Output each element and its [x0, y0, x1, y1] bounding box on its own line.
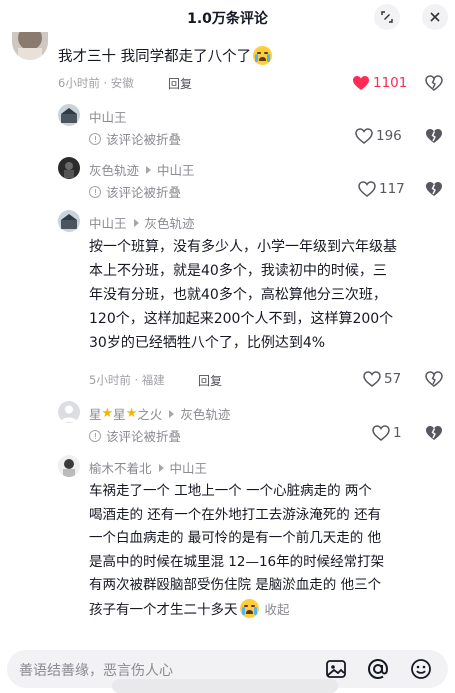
- folded-notice: 该评论被折叠: [89, 426, 181, 445]
- reply-author[interactable]: 灰色轨迹 中山王: [89, 160, 195, 179]
- reply-author[interactable]: 中山王: [89, 107, 127, 126]
- image-icon: [326, 660, 346, 678]
- close-button[interactable]: [422, 4, 448, 30]
- folded-text: 该评论被折叠: [106, 429, 182, 444]
- avatar[interactable]: [58, 455, 80, 477]
- comments-header: 1.0万条评论: [0, 0, 455, 34]
- reply-text-line: 一个白血病走的 最可怜的是有一个前几天走的 他: [89, 530, 382, 546]
- dislike-icon: [426, 426, 442, 440]
- comment-text-body: 我才三十 我同学都走了八个了: [58, 49, 252, 65]
- heart-icon: [363, 371, 381, 387]
- dislike-button[interactable]: [425, 75, 443, 91]
- heart-icon: [372, 425, 390, 441]
- expand-button[interactable]: [374, 4, 400, 30]
- info-icon: [89, 185, 101, 198]
- reply-author-name: 灰色轨迹: [89, 163, 140, 178]
- close-icon: [430, 12, 440, 22]
- reply-text-line-last: 孩子有一个才生二十多天 收起: [89, 598, 449, 623]
- reply-to-name: 中山王: [169, 461, 208, 476]
- reply-arrow-icon: [158, 463, 164, 472]
- dislike-icon: [425, 371, 443, 387]
- image-button[interactable]: [324, 657, 348, 681]
- emoji-button[interactable]: [409, 657, 433, 681]
- reply-author-name: 榆木不着北: [89, 461, 152, 476]
- reply-text-line: 本上不分班，就是40多个，我读初中的时候，三: [89, 263, 387, 279]
- reply-to-name: 灰色轨迹: [180, 407, 231, 422]
- reply-text-line: 孩子有一个才生二十多天: [89, 601, 238, 618]
- reply-to-name: 中山王: [157, 163, 195, 178]
- heart-icon: [353, 76, 369, 90]
- folded-notice: 该评论被折叠: [89, 129, 181, 148]
- star-emoji-icon: ★: [101, 406, 114, 421]
- heart-icon: [355, 128, 373, 144]
- folded-text: 该评论被折叠: [106, 185, 182, 200]
- like-button[interactable]: 117: [358, 181, 405, 197]
- like-count: 1: [393, 425, 402, 441]
- reply-text: 按一个班算，没有多少人，小学一年级到六年级基 本上不分班，就是40多个，我读初中…: [89, 235, 445, 355]
- reply-arrow-icon: [133, 218, 139, 227]
- avatar[interactable]: [58, 210, 80, 232]
- like-button[interactable]: 1101: [352, 75, 407, 91]
- star-emoji-icon: ★: [125, 406, 138, 421]
- reply-text-line: 年没有分班，也就40多个，高松算他分三次班，: [89, 287, 387, 303]
- dislike-icon: [426, 129, 442, 143]
- reply-text-line: 按一个班算，没有多少人，小学一年级到六年级基: [89, 239, 397, 255]
- reply-text-line: 有两次被群殴脑部受伤住院 是脑淤血走的 他三个: [89, 577, 382, 593]
- dislike-icon: [426, 182, 442, 196]
- crying-emoji-icon: [253, 46, 273, 65]
- expand-icon: [381, 11, 393, 23]
- reply-button[interactable]: 回复: [168, 75, 192, 92]
- like-button[interactable]: 57: [363, 371, 401, 387]
- reply-arrow-icon: [169, 409, 175, 418]
- reply-author[interactable]: 星 ★ 星 ★ 之火 灰色轨迹: [89, 404, 230, 423]
- reply-author-name: 星: [113, 407, 126, 422]
- reply-to-name: 灰色轨迹: [144, 216, 195, 231]
- avatar[interactable]: [58, 401, 80, 423]
- dislike-button[interactable]: [425, 425, 443, 441]
- avatar[interactable]: [58, 104, 80, 126]
- reply-author[interactable]: 榆木不着北 中山王: [89, 458, 207, 477]
- reply-text-line: 是高中的时候在城里混 12—16年的时候经常打架: [89, 553, 385, 570]
- mention-button[interactable]: [366, 657, 390, 681]
- home-indicator: [112, 679, 338, 693]
- like-button[interactable]: 1: [372, 425, 402, 441]
- dislike-button[interactable]: [425, 371, 443, 387]
- reply-author-name: 之火: [137, 407, 163, 422]
- reply-text-line: 120个，这样加起来200个人不到，这样算200个: [89, 311, 394, 327]
- comment-time-location: 6小时前 · 安徽: [58, 76, 134, 90]
- comment-text: 我才三十 我同学都走了八个了: [58, 46, 438, 68]
- comment-input-placeholder: 善语结善缘，恶言伤人心: [19, 663, 173, 679]
- collapse-link[interactable]: 收起: [265, 602, 290, 617]
- avatar[interactable]: [12, 32, 48, 60]
- reply-text-line: 30岁的已经牺牲八个了，比例达到4%: [89, 335, 326, 351]
- like-count: 57: [384, 371, 402, 387]
- avatar[interactable]: [58, 157, 80, 179]
- dislike-button[interactable]: [425, 181, 443, 197]
- reply-arrow-icon: [146, 165, 152, 174]
- reply-button[interactable]: 回复: [198, 372, 222, 389]
- dislike-icon: [425, 75, 443, 91]
- at-icon: [367, 658, 389, 680]
- reply-text-line: 喝酒走的 还有一个在外地打工去游泳淹死的 还有: [89, 506, 382, 523]
- heart-icon: [358, 181, 376, 197]
- folded-notice: 该评论被折叠: [89, 182, 181, 201]
- info-icon: [89, 429, 101, 442]
- like-button[interactable]: 196: [355, 128, 402, 144]
- info-icon: [89, 132, 101, 145]
- reply-time-location: 5小时前 · 福建: [89, 373, 165, 387]
- emoji-icon: [411, 659, 431, 679]
- like-count: 1101: [373, 75, 408, 91]
- like-count: 117: [379, 181, 405, 197]
- reply-author-name: 中山王: [89, 216, 127, 231]
- reply-author-name: 星: [89, 407, 102, 422]
- dislike-button[interactable]: [425, 128, 443, 144]
- reply-author[interactable]: 中山王 灰色轨迹: [89, 213, 195, 232]
- reply-text-line: 车祸走了一个 工地上一个 一个心脏病走的 两个: [89, 483, 372, 499]
- like-count: 196: [376, 128, 402, 144]
- folded-text: 该评论被折叠: [106, 132, 182, 147]
- crying-emoji-icon: [239, 598, 259, 618]
- reply-text: 车祸走了一个 工地上一个 一个心脏病走的 两个 喝酒走的 还有一个在外地打工去游…: [89, 480, 449, 622]
